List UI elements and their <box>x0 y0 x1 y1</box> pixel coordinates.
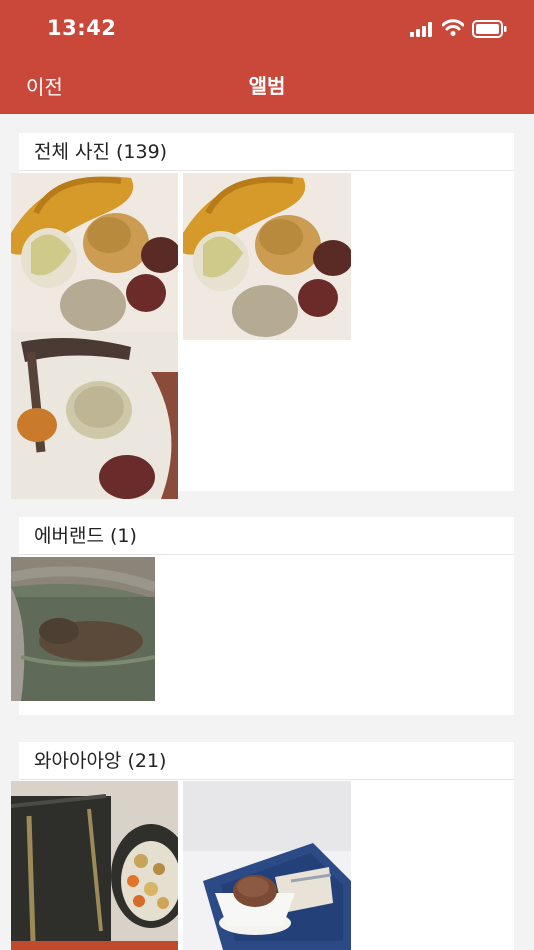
album-title-all-photos[interactable]: 전체 사진 (139) <box>19 133 514 171</box>
navigation-bar: 이전 앨범 <box>0 56 534 114</box>
photo-thumbnail[interactable] <box>183 173 351 340</box>
page-title: 앨범 <box>248 74 286 98</box>
photo-thumbnail[interactable] <box>183 781 351 950</box>
battery-icon <box>472 20 508 42</box>
album-title-everland[interactable]: 에버랜드 (1) <box>19 517 514 555</box>
cellular-signal-icon <box>410 21 436 41</box>
status-bar: 13:42 <box>0 0 534 56</box>
photo-thumbnail[interactable] <box>11 173 178 332</box>
photo-thumbnail[interactable] <box>11 781 178 950</box>
status-time: 13:42 <box>47 16 117 40</box>
wifi-icon <box>441 19 465 41</box>
album-title-waaaang[interactable]: 와아아아앙 (21) <box>19 742 514 780</box>
photo-thumbnail[interactable] <box>11 332 178 499</box>
photo-thumbnail[interactable] <box>11 557 155 701</box>
